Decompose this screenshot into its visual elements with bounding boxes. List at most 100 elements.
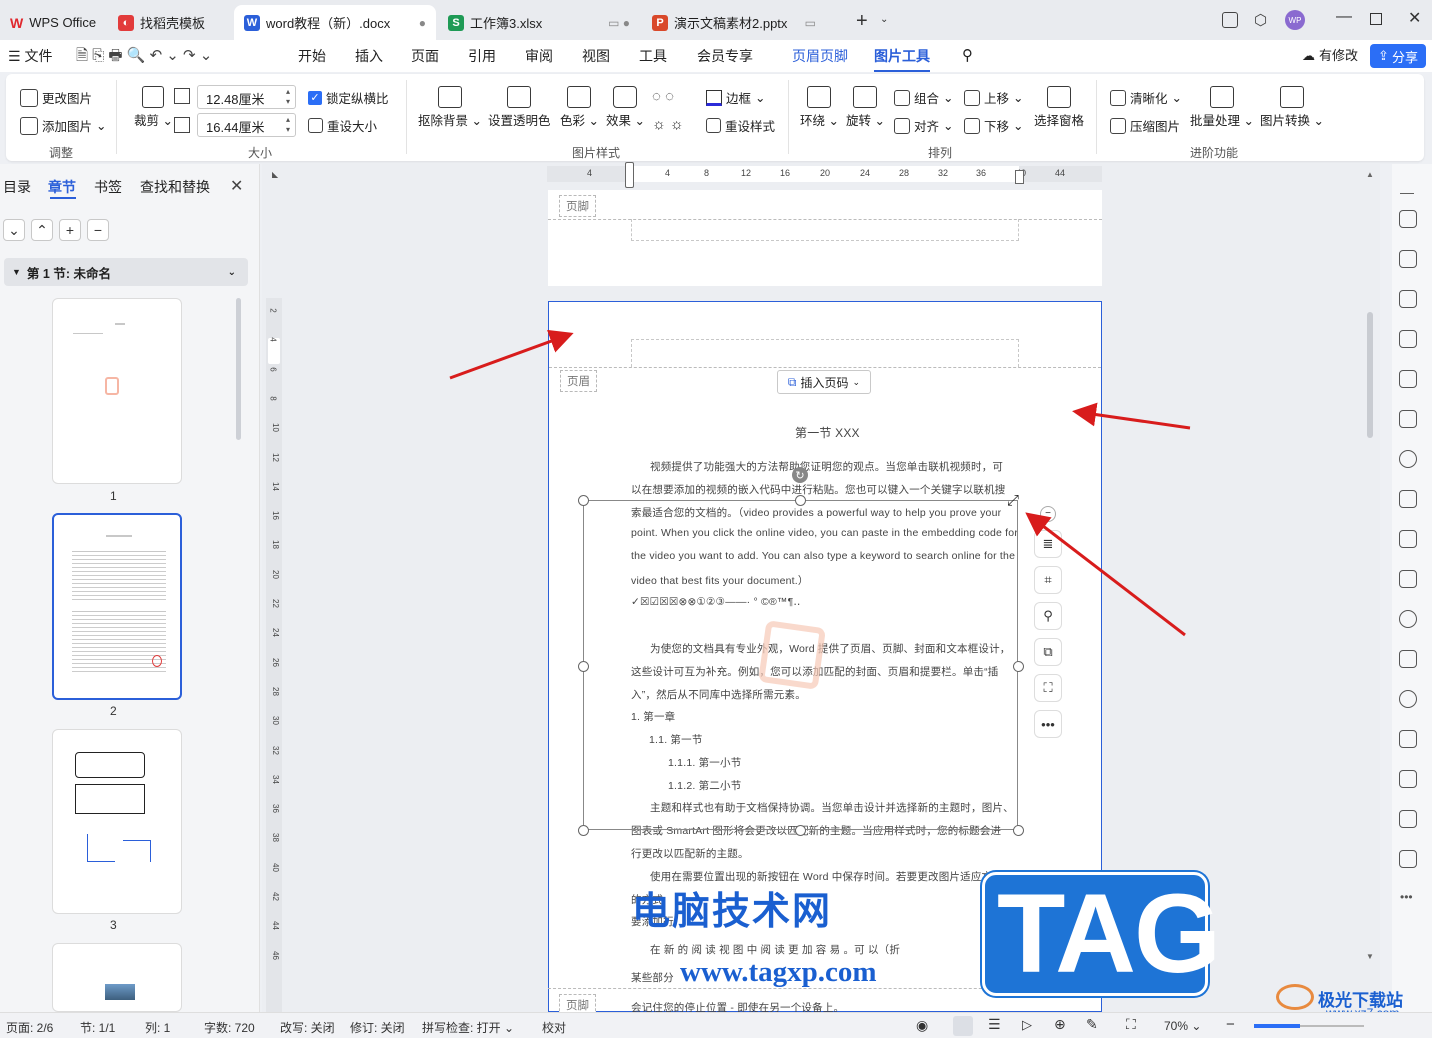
resize-handle[interactable] (795, 495, 806, 506)
align-button[interactable]: 对齐 ⌄ (894, 116, 954, 135)
collapse-up-button[interactable]: ⌃ (31, 219, 53, 241)
pointer-icon[interactable] (1399, 250, 1417, 268)
omega-icon[interactable] (1399, 610, 1417, 628)
wrap-button[interactable]: 环绕 ⌄ (800, 86, 839, 129)
close-icon[interactable]: ✕ (1408, 8, 1421, 28)
status-word-count[interactable]: 字数: 720 (204, 1019, 255, 1036)
vertical-ruler[interactable]: 2 4 6 8 10 12 14 16 18 20 22 24 26 28 30 32 34 36 38 40 42 44… (266, 298, 282, 1012)
resize-handle[interactable] (1013, 661, 1024, 672)
maximize-icon[interactable] (1370, 13, 1382, 25)
resize-handle[interactable] (795, 825, 806, 836)
pane-scrollbar[interactable] (236, 298, 241, 440)
status-section[interactable]: 节: 1/1 (80, 1019, 115, 1036)
page-thumbnail-4[interactable] (52, 943, 182, 1012)
menu-item-tools[interactable]: 工具 (639, 40, 667, 72)
selection-pane-button[interactable]: 选择窗格 (1034, 86, 1084, 129)
zoom-out-icon[interactable]: − (1226, 1016, 1235, 1033)
move-up-button[interactable]: 上移 ⌄ (964, 88, 1024, 107)
right-indent-marker-icon[interactable] (1015, 170, 1024, 184)
menu-item-page[interactable]: 页面 (411, 40, 439, 72)
collapse-icon[interactable]: — (1400, 184, 1414, 200)
menu-item-vip[interactable]: 会员专享 (697, 40, 753, 72)
search-icon[interactable]: ⚲ (962, 40, 973, 72)
play-icon[interactable]: ▷ (1022, 1017, 1032, 1033)
document-check-icon[interactable] (1399, 810, 1417, 828)
set-transparent-button[interactable]: 设置透明色 (488, 86, 551, 129)
batch-button[interactable]: 批量处理 ⌄ (1190, 86, 1254, 129)
more-icon[interactable]: ••• (1400, 890, 1413, 904)
crop-button[interactable]: 裁剪 ⌄ (134, 86, 173, 129)
status-proofread[interactable]: 校对 (542, 1019, 566, 1036)
copy-image-icon[interactable]: ⧉ (1034, 638, 1062, 666)
sharpen-button[interactable]: 清晰化 ⌄ (1110, 88, 1182, 107)
pen-mode-icon[interactable]: ✎ (1086, 1016, 1098, 1033)
insert-page-number-button[interactable]: ⧉ 插入页码 ⌄ (777, 370, 871, 394)
wps-logo-image[interactable] (757, 620, 827, 690)
resize-handle[interactable] (578, 495, 589, 506)
translate-icon[interactable] (1399, 650, 1417, 668)
color-button[interactable]: 色彩 ⌄ (560, 86, 599, 129)
resize-handle[interactable] (578, 661, 589, 672)
page-view-icon[interactable] (953, 1016, 973, 1036)
minimize-icon[interactable]: — (1336, 8, 1352, 26)
menu-item-insert[interactable]: 插入 (355, 40, 383, 72)
more-tools-icon[interactable]: ••• (1034, 710, 1062, 738)
document-scrollbar[interactable] (1367, 312, 1373, 438)
brightness-icons[interactable]: ◌ ◌ (652, 88, 674, 105)
share-button[interactable]: ⇪ 分享 (1370, 44, 1426, 68)
indent-marker-icon[interactable] (625, 162, 634, 188)
footer-area[interactable] (631, 219, 1019, 241)
move-down-button[interactable]: 下移 ⌄ (964, 116, 1024, 135)
status-track-changes[interactable]: 修订: 关闭 (350, 1019, 405, 1036)
expand-down-button[interactable]: ⌄ (3, 219, 25, 241)
tab-wps-home[interactable]: W WPS Office (0, 5, 108, 40)
tab-stop-icon[interactable]: ◣ (272, 170, 278, 179)
document-search-icon[interactable] (1399, 850, 1417, 868)
crop-tool-icon[interactable]: ⌗ (1034, 566, 1062, 594)
height-input[interactable]: 16.44厘米 ▴ ▾ (197, 113, 296, 137)
rotate-handle-icon[interactable]: ↻ (792, 467, 808, 483)
layout-options-icon[interactable]: ≣ (1034, 530, 1062, 558)
book-icon[interactable] (1399, 410, 1417, 428)
resize-handle[interactable] (578, 825, 589, 836)
help-icon[interactable] (1399, 450, 1417, 468)
avatar[interactable]: WP (1285, 10, 1305, 30)
outline-view-icon[interactable]: ☰ (988, 1016, 1001, 1033)
menu-item-picture-tools[interactable]: 图片工具 (874, 40, 930, 72)
list-icon[interactable] (1399, 570, 1417, 588)
menu-item-reference[interactable]: 引用 (468, 40, 496, 72)
scroll-up-icon[interactable]: ▲ (1366, 170, 1374, 179)
menu-item-header-footer[interactable]: 页眉页脚 (792, 40, 848, 72)
chevron-down-icon[interactable]: ⌄ (880, 14, 888, 25)
rotate-button[interactable]: 旋转 ⌄ (846, 86, 885, 129)
lock-ratio-checkbox[interactable]: ✓ 锁定纵横比 (308, 88, 389, 107)
close-box-icon[interactable] (1399, 770, 1417, 788)
compress-button[interactable]: 压缩图片 (1110, 116, 1180, 135)
menu-item-start[interactable]: 开始 (298, 40, 326, 72)
status-spellcheck[interactable]: 拼写检查: 打开 ⌄ (422, 1019, 514, 1036)
width-input[interactable]: 12.48厘米 ▴ ▾ (197, 85, 296, 109)
group-button[interactable]: 组合 ⌄ (894, 88, 954, 107)
reset-style-button[interactable]: 重设样式 (706, 116, 775, 135)
remove-bg-button[interactable]: 抠除背景 ⌄ (418, 86, 482, 129)
tab-bookmarks[interactable]: 书签 (94, 177, 122, 197)
scroll-down-icon[interactable]: ▼ (1366, 952, 1374, 961)
add-section-button[interactable]: + (59, 219, 81, 241)
page-thumbnail-1[interactable] (52, 298, 182, 484)
zoom-slider[interactable] (1254, 1024, 1364, 1028)
contrast-icons[interactable]: ☼ ☼ (652, 116, 684, 133)
quick-access-toolbar[interactable]: 🗎 ⎘ 🖶 🔍 ↶ ⌄ ↷ ⌄ (76, 40, 212, 72)
ai-icon[interactable] (1399, 330, 1417, 348)
history-icon[interactable] (1399, 690, 1417, 708)
tab-ppt[interactable]: P 演示文稿素材2.pptx ▭ (642, 5, 844, 40)
effect-button[interactable]: 效果 ⌄ (606, 86, 645, 129)
tools-icon[interactable] (1399, 370, 1417, 388)
screenshot-text-icon[interactable]: ⛶ (1034, 674, 1062, 702)
code-icon[interactable] (1399, 530, 1417, 548)
eye-icon[interactable]: ◉ (916, 1017, 928, 1034)
tab-find-replace[interactable]: 查找和替换 (140, 177, 210, 197)
section-header[interactable]: ▼ 第 1 节: 未命名 ⌄ (4, 258, 248, 286)
tab-toc[interactable]: 目录 (3, 177, 31, 197)
page-thumbnail-2[interactable] (52, 513, 182, 700)
fit-page-icon[interactable]: ⛶ (1126, 1016, 1136, 1033)
